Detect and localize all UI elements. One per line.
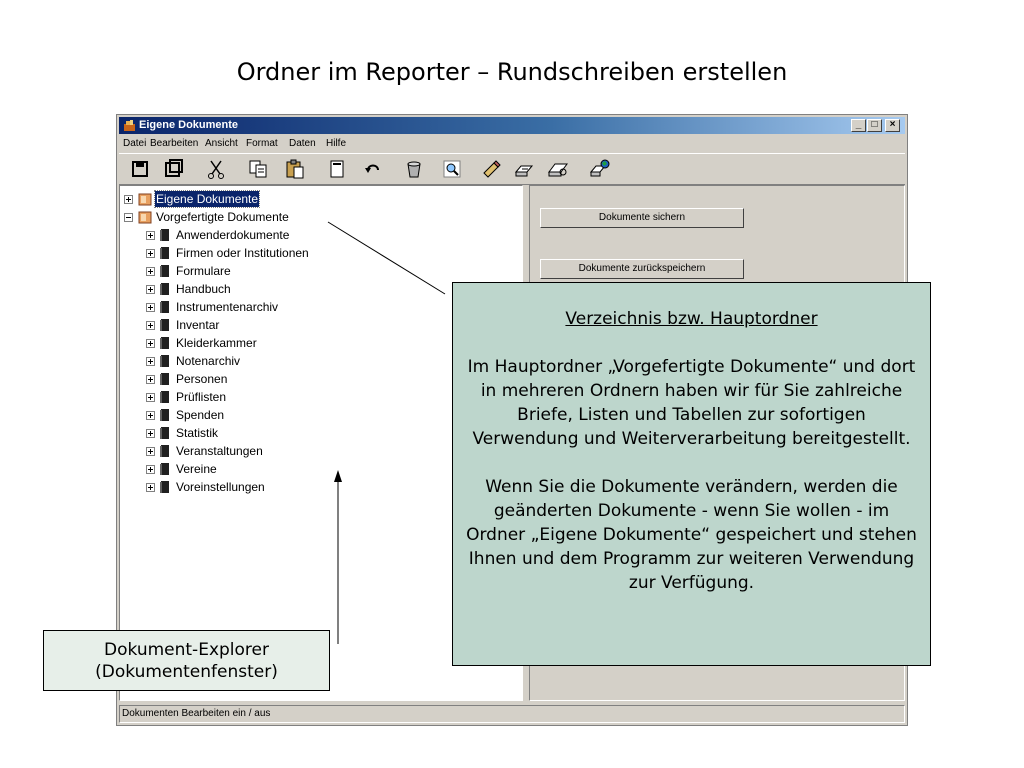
toolbar	[119, 153, 905, 185]
expand-plus-icon[interactable]	[146, 483, 155, 492]
tree-label: Eigene Dokumente	[153, 190, 261, 208]
tree-label: Vorgefertigte Dokumente	[156, 210, 289, 224]
menu-format[interactable]: Format	[246, 135, 278, 152]
print-icon[interactable]	[513, 158, 535, 180]
menu-datei[interactable]: Datei	[123, 135, 146, 152]
tree-label: Handbuch	[176, 282, 231, 296]
book-icon	[160, 427, 169, 439]
print-preview-icon[interactable]	[547, 158, 569, 180]
window-title: Eigene Dokumente	[139, 119, 239, 131]
expand-plus-icon[interactable]	[146, 303, 155, 312]
tree-label: Formulare	[176, 264, 231, 278]
book-icon	[160, 409, 169, 421]
menu-bar: Datei Bearbeiten Ansicht Format Daten Hi…	[119, 135, 905, 152]
tree-label: Veranstaltungen	[176, 444, 263, 458]
expand-plus-icon[interactable]	[146, 447, 155, 456]
undo-icon[interactable]	[362, 158, 384, 180]
menu-ansicht[interactable]: Ansicht	[205, 135, 238, 152]
tree-label: Notenarchiv	[176, 354, 241, 368]
callout-paragraph: Wenn Sie die Dokumente verändern, werden…	[466, 477, 917, 593]
explorer-label-line1: Dokument-Explorer	[104, 640, 269, 660]
book-icon	[160, 319, 169, 331]
expand-plus-icon[interactable]	[146, 465, 155, 474]
paste-icon[interactable]	[284, 158, 306, 180]
tree-label: Voreinstellungen	[176, 480, 265, 494]
app-icon	[124, 120, 135, 131]
book-icon	[160, 247, 169, 259]
status-bar: Dokumenten Bearbeiten ein / aus	[119, 705, 905, 723]
expand-plus-icon[interactable]	[146, 411, 155, 420]
callout-box: Verzeichnis bzw. Hauptordner Im Hauptord…	[452, 282, 931, 666]
menu-bearbeiten[interactable]: Bearbeiten	[150, 135, 198, 152]
save-all-icon[interactable]	[163, 158, 185, 180]
menu-daten[interactable]: Daten	[289, 135, 316, 152]
expand-plus-icon[interactable]	[146, 321, 155, 330]
title-bar[interactable]: Eigene Dokumente _ □ ×	[119, 117, 905, 134]
expand-plus-icon[interactable]	[146, 375, 155, 384]
delete-icon[interactable]	[403, 158, 425, 180]
edit-icon[interactable]	[481, 158, 503, 180]
folder-icon	[138, 211, 152, 224]
expand-plus-icon[interactable]	[146, 231, 155, 240]
minimize-button[interactable]: _	[851, 119, 866, 132]
search-icon[interactable]	[441, 158, 463, 180]
expand-plus-icon[interactable]	[146, 393, 155, 402]
expand-plus-icon[interactable]	[146, 429, 155, 438]
tree-label: Statistik	[176, 426, 219, 440]
book-icon	[160, 229, 169, 241]
expand-plus-icon[interactable]	[146, 357, 155, 366]
book-icon	[160, 301, 169, 313]
book-icon	[160, 391, 169, 403]
slide-title: Ordner im Reporter – Rundschreiben erste…	[236, 58, 788, 86]
tree-label: Prüflisten	[176, 390, 227, 404]
book-icon	[160, 337, 169, 349]
menu-hilfe[interactable]: Hilfe	[326, 135, 346, 152]
expand-plus-icon[interactable]	[146, 267, 155, 276]
callout-paragraph: Im Hauptordner „Vorgefertigte Dokumente“…	[467, 357, 916, 449]
tree-label: Instrumentenarchiv	[176, 300, 279, 314]
callout-heading: Verzeichnis bzw. Hauptordner	[565, 309, 818, 329]
collapse-minus-icon[interactable]	[124, 213, 133, 222]
cut-icon[interactable]	[205, 158, 227, 180]
tree-label: Personen	[176, 372, 228, 386]
save-documents-button[interactable]: Dokumente sichern	[540, 208, 744, 228]
maximize-button[interactable]: □	[867, 119, 882, 132]
book-icon	[160, 355, 169, 367]
explorer-label-box: Dokument-Explorer (Dokumentenfenster)	[43, 630, 330, 691]
folder-icon	[138, 193, 152, 206]
book-icon	[160, 283, 169, 295]
copy-icon[interactable]	[247, 158, 269, 180]
tree-label: Inventar	[176, 318, 220, 332]
tree-label: Kleiderkammer	[176, 336, 257, 350]
save-icon[interactable]	[129, 158, 151, 180]
explorer-label-line2: (Dokumentenfenster)	[95, 662, 278, 682]
expand-plus-icon[interactable]	[146, 249, 155, 258]
tree-label: Vereine	[176, 462, 217, 476]
tree-label: Spenden	[176, 408, 225, 422]
tree-label: Anwenderdokumente	[176, 228, 290, 242]
book-icon	[160, 445, 169, 457]
book-icon	[160, 373, 169, 385]
new-document-icon[interactable]	[326, 158, 348, 180]
restore-documents-button[interactable]: Dokumente zurückspeichern	[540, 259, 744, 279]
book-icon	[160, 265, 169, 277]
expand-plus-icon[interactable]	[124, 195, 133, 204]
book-icon	[160, 481, 169, 493]
expand-plus-icon[interactable]	[146, 339, 155, 348]
tree-label: Firmen oder Institutionen	[176, 246, 309, 260]
close-button[interactable]: ×	[885, 119, 900, 132]
send-icon[interactable]	[589, 158, 611, 180]
expand-plus-icon[interactable]	[146, 285, 155, 294]
book-icon	[160, 463, 169, 475]
